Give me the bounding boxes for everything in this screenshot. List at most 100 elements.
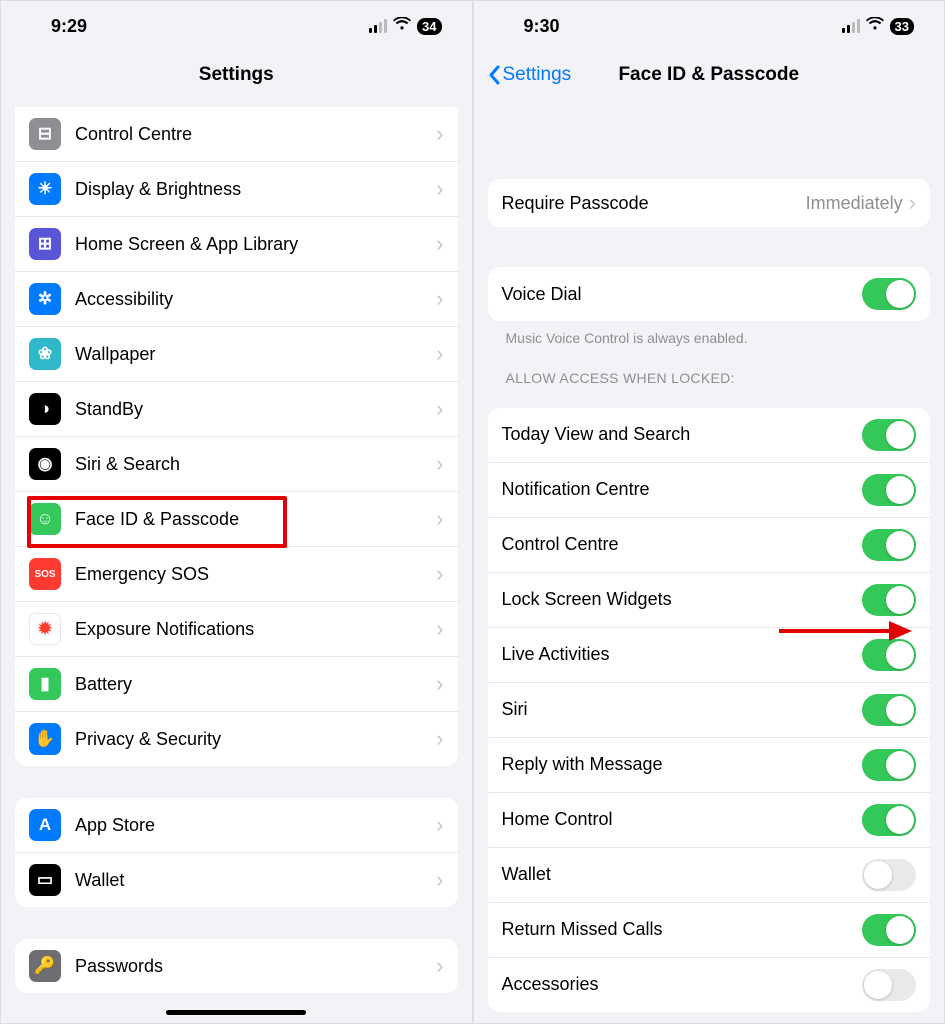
row-label: Notification Centre: [502, 479, 863, 500]
require-passcode-row[interactable]: Require Passcode Immediately ›: [488, 179, 931, 227]
page-title: Face ID & Passcode: [618, 64, 799, 86]
settings-row-exposure[interactable]: ✹ Exposure Notifications›: [15, 602, 458, 657]
settings-row-sos[interactable]: SOS Emergency SOS›: [15, 547, 458, 602]
toggle[interactable]: [862, 859, 916, 891]
chevron-right-icon: ›: [436, 726, 443, 752]
toggle[interactable]: [862, 419, 916, 451]
home-screen-icon: ⊞: [29, 228, 61, 260]
accessories-footer: Unlock iPhone to allow accessories to co…: [488, 1012, 931, 1023]
status-indicators: 33: [842, 16, 914, 36]
status-indicators: 34: [369, 16, 441, 36]
row-label: Wallpaper: [75, 344, 436, 365]
locked-row: Reply with Message: [488, 738, 931, 793]
locked-row: Home Control: [488, 793, 931, 848]
settings-row-appstore[interactable]: AApp Store›: [15, 798, 458, 853]
wallpaper-icon: ❀: [29, 338, 61, 370]
chevron-right-icon: ›: [436, 341, 443, 367]
row-value: Immediately: [806, 193, 903, 214]
cellular-icon: [369, 19, 387, 33]
settings-row-control-centre[interactable]: ⊟Control Centre›: [15, 107, 458, 162]
back-button[interactable]: Settings: [488, 51, 572, 99]
toggle[interactable]: [862, 749, 916, 781]
locked-row: Wallet: [488, 848, 931, 903]
voice-dial-toggle[interactable]: [862, 278, 916, 310]
settings-list[interactable]: ⊟Control Centre›☀Display & Brightness› ⊞ H…: [1, 99, 472, 1023]
row-label: Wallet: [502, 864, 863, 885]
chevron-right-icon: ›: [436, 671, 443, 697]
toggle[interactable]: [862, 694, 916, 726]
wifi-icon: [866, 16, 884, 36]
row-label: Live Activities: [502, 644, 863, 665]
exposure-icon: ✹: [29, 613, 61, 645]
settings-row-faceid[interactable]: ☺Face ID & Passcode›: [15, 492, 458, 547]
nav-header: Settings: [1, 51, 472, 99]
nav-header: Settings Face ID & Passcode: [474, 51, 945, 99]
locked-row: Notification Centre: [488, 463, 931, 518]
battery-icon: ▮: [29, 668, 61, 700]
page-title: Settings: [199, 64, 274, 86]
section-header: ALLOW ACCESS WHEN LOCKED:: [488, 348, 931, 394]
row-label: Wallet: [75, 870, 436, 891]
settings-row-home-screen[interactable]: ⊞ Home Screen & App Library›: [15, 217, 458, 272]
chevron-right-icon: ›: [436, 121, 443, 147]
row-label: Exposure Notifications: [75, 619, 436, 640]
settings-row-wallet[interactable]: ▭ Wallet›: [15, 853, 458, 907]
status-time: 9:30: [524, 16, 560, 37]
row-label: Home Screen & App Library: [75, 234, 436, 255]
accessibility-icon: ✲: [29, 283, 61, 315]
faceid-passcode-screen: 9:30 33 Settings Face ID & Passcode Requ…: [474, 1, 945, 1023]
back-label: Settings: [503, 64, 572, 86]
control-centre-icon: ⊟: [29, 118, 61, 150]
settings-row-siri[interactable]: ◉ Siri & Search›: [15, 437, 458, 492]
row-label: Today View and Search: [502, 424, 863, 445]
chevron-right-icon: ›: [436, 451, 443, 477]
passwords-icon: 🔑: [29, 950, 61, 982]
chevron-right-icon: ›: [436, 867, 443, 893]
appstore-icon: A: [29, 809, 61, 841]
cellular-icon: [842, 19, 860, 33]
toggle[interactable]: [862, 914, 916, 946]
faceid-content[interactable]: Require Passcode Immediately › Voice Dia…: [474, 99, 945, 1023]
row-label: Lock Screen Widgets: [502, 589, 863, 610]
siri-icon: ◉: [29, 448, 61, 480]
voice-dial-footer: Music Voice Control is always enabled.: [488, 321, 931, 348]
chevron-right-icon: ›: [436, 396, 443, 422]
row-label: StandBy: [75, 399, 436, 420]
voice-dial-row: Voice Dial: [488, 267, 931, 321]
locked-row: Control Centre: [488, 518, 931, 573]
wifi-icon: [393, 16, 411, 36]
toggle[interactable]: [862, 529, 916, 561]
row-label: Return Missed Calls: [502, 919, 863, 940]
row-label: App Store: [75, 815, 436, 836]
settings-row-passwords[interactable]: 🔑Passwords›: [15, 939, 458, 993]
toggle[interactable]: [862, 639, 916, 671]
row-label: Siri & Search: [75, 454, 436, 475]
standby-icon: ◑: [29, 393, 61, 425]
toggle[interactable]: [862, 474, 916, 506]
chevron-right-icon: ›: [436, 616, 443, 642]
row-label: Accessories: [502, 974, 863, 995]
settings-row-battery[interactable]: ▮Battery›: [15, 657, 458, 712]
wallet-icon: ▭: [29, 864, 61, 896]
row-label: Require Passcode: [502, 193, 806, 214]
row-label: Emergency SOS: [75, 564, 436, 585]
toggle[interactable]: [862, 804, 916, 836]
locked-row: Accessories: [488, 958, 931, 1012]
row-label: Passwords: [75, 956, 436, 977]
row-label: Face ID & Passcode: [75, 509, 436, 530]
row-label: Control Centre: [502, 534, 863, 555]
toggle[interactable]: [862, 969, 916, 1001]
chevron-right-icon: ›: [436, 176, 443, 202]
toggle[interactable]: [862, 584, 916, 616]
settings-row-display[interactable]: ☀Display & Brightness›: [15, 162, 458, 217]
chevron-right-icon: ›: [436, 561, 443, 587]
settings-row-accessibility[interactable]: ✲Accessibility›: [15, 272, 458, 327]
chevron-right-icon: ›: [436, 231, 443, 257]
sos-icon: SOS: [29, 558, 61, 590]
status-time: 9:29: [51, 16, 87, 37]
settings-row-privacy[interactable]: ✋Privacy & Security›: [15, 712, 458, 766]
chevron-right-icon: ›: [436, 286, 443, 312]
home-indicator[interactable]: [166, 1010, 306, 1015]
settings-row-wallpaper[interactable]: ❀ Wallpaper›: [15, 327, 458, 382]
settings-row-standby[interactable]: ◑ StandBy›: [15, 382, 458, 437]
